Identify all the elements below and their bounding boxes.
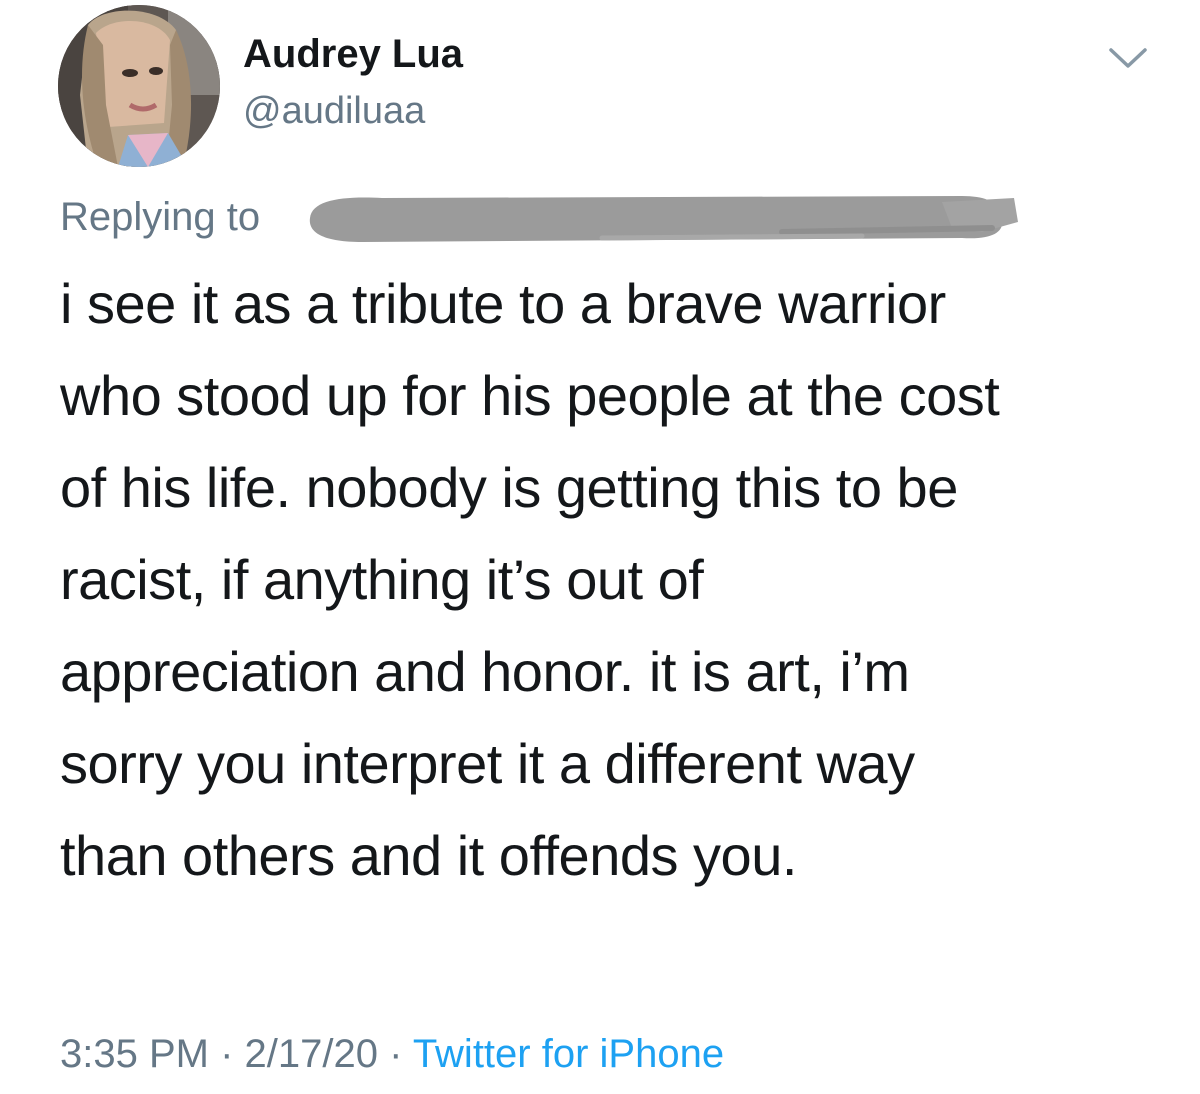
tweet-text: i see it as a tribute to a brave warrior… xyxy=(60,272,1000,887)
tweet-source-link[interactable]: Twitter for iPhone xyxy=(413,1032,724,1076)
avatar-photo xyxy=(58,5,220,167)
meta-separator: · xyxy=(377,1032,413,1076)
meta-separator: · xyxy=(208,1032,245,1076)
author-handle[interactable]: @audiluaa xyxy=(243,88,425,134)
redacted-reply-handle xyxy=(302,188,1022,248)
tweet-time: 3:35 PM xyxy=(60,1032,209,1076)
avatar[interactable] xyxy=(58,5,220,167)
author-display-name[interactable]: Audrey Lua xyxy=(243,30,463,78)
chevron-down-icon[interactable] xyxy=(1107,42,1149,74)
tweet-meta: 3:35 PM · 2/17/20 · Twitter for iPhone xyxy=(60,1024,724,1084)
tweet-date[interactable]: 2/17/20 xyxy=(245,1032,378,1076)
tweet: Audrey Lua @audiluaa Replying to i see i… xyxy=(0,0,1200,1094)
replying-to: Replying to xyxy=(60,190,260,244)
replying-to-label: Replying to xyxy=(60,195,261,239)
